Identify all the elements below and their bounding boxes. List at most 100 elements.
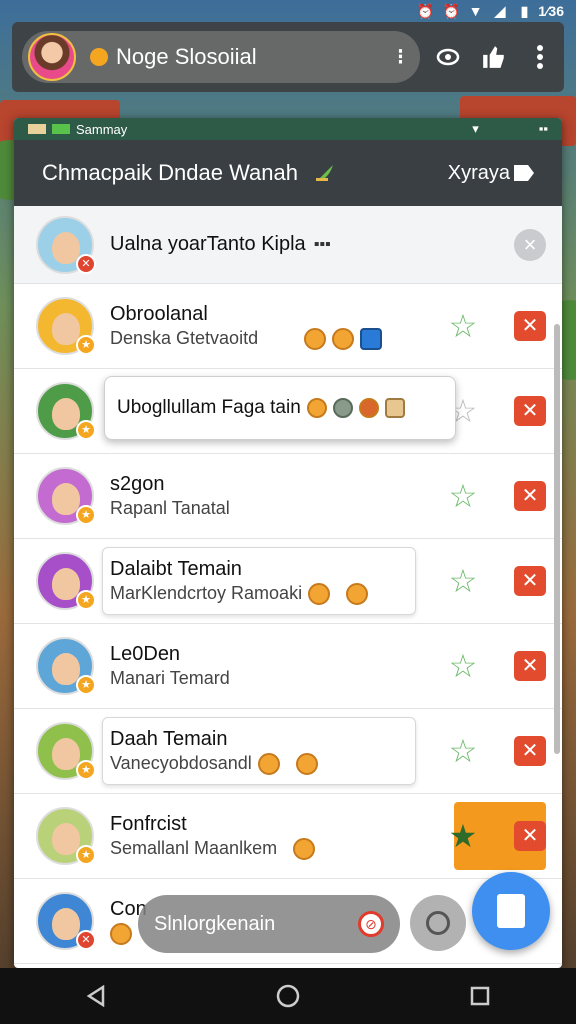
friend-list: ✕ Ualna yoarTanto Kipla ▪▪▪ × ★ Obroolan… <box>14 206 562 964</box>
stop-icon[interactable]: ⊘ <box>358 911 384 937</box>
star-badge-icon: ★ <box>76 760 96 780</box>
star-badge-icon: ★ <box>76 675 96 695</box>
header-action[interactable]: Xyraya <box>448 162 534 185</box>
emoji-icon <box>332 398 353 418</box>
flag-icon-green <box>52 124 70 134</box>
row-sub: Manari Temard <box>110 668 230 688</box>
emoji-icon <box>110 922 132 945</box>
emoji-icon <box>384 398 405 418</box>
badge-icon: ✕ <box>76 930 96 950</box>
remove-button[interactable]: ✕ <box>514 651 546 681</box>
wifi-icon: ▼ <box>468 3 483 19</box>
avatar: ★ <box>36 382 96 440</box>
search-pill-label: Slnlorgkenain <box>154 912 276 935</box>
fab-button[interactable] <box>472 872 550 950</box>
remove-button[interactable]: ✕ <box>514 566 546 596</box>
first-row-suffix: ▪▪▪ <box>313 235 331 253</box>
alarm-icon: ⏰ <box>416 3 435 19</box>
nav-bar <box>0 968 576 1024</box>
avatar: ✕ <box>36 892 96 950</box>
alarm-icon-2: ⏰ <box>442 3 461 19</box>
document-icon <box>497 894 525 928</box>
star-icon[interactable]: ★ <box>446 819 480 853</box>
signal-icon: ◢ <box>494 3 506 19</box>
emoji-icon <box>295 752 318 775</box>
app-logo-icon <box>90 48 108 66</box>
list-item[interactable]: ★ Fonfrcist Semallanl Maanlkem ★ ✕ <box>14 794 562 879</box>
remove-button[interactable]: ✕ <box>514 821 546 851</box>
search-pill[interactable]: Slnlorgkenain ⊘ <box>138 895 400 953</box>
strip-dropdown-icon[interactable]: ▾ <box>472 121 479 137</box>
avatar: ✕ <box>36 215 96 274</box>
star-icon[interactable]: ☆ <box>446 564 480 598</box>
profile-avatar[interactable] <box>28 33 76 81</box>
app-bar: Noge Slosoiial ⁝ <box>12 22 564 92</box>
emoji-icon <box>358 398 379 418</box>
strip-label: Sammay <box>76 121 128 137</box>
list-item-header[interactable]: ✕ Ualna yoarTanto Kipla ▪▪▪ × <box>14 206 562 284</box>
avatar: ★ <box>36 297 96 355</box>
app-title-pill[interactable]: Noge Slosoiial ⁝ <box>22 31 420 83</box>
star-icon[interactable]: ☆ <box>446 309 480 343</box>
row-sub: Rapanl Tanatal <box>110 498 230 518</box>
strip-more-icon[interactable]: ▪▪ <box>539 121 548 137</box>
avatar: ★ <box>36 722 96 780</box>
friends-panel: Sammay ▾ ▪▪ Chmacpaik Dndae Wanah Xyraya… <box>14 118 562 968</box>
emoji-icon <box>306 398 327 418</box>
remove-button[interactable]: ✕ <box>514 736 546 766</box>
recents-icon[interactable] <box>460 976 500 1016</box>
row-sub: Semallanl Maanlkem <box>110 838 278 858</box>
thumbs-up-icon[interactable] <box>480 43 508 71</box>
remove-button[interactable]: ✕ <box>514 311 546 341</box>
emoji-icon <box>346 582 369 605</box>
star-badge-icon: ★ <box>76 335 96 355</box>
leaf-icon <box>314 162 336 184</box>
star-badge-icon: ★ <box>76 505 96 525</box>
row-name: Daah Temain <box>110 727 228 750</box>
home-icon[interactable] <box>268 976 308 1016</box>
emoji-icon <box>360 327 383 350</box>
star-badge-icon: ★ <box>76 845 96 865</box>
panel-header: Chmacpaik Dndae Wanah Xyraya <box>14 140 562 206</box>
row-sub: Vanecyobdosandl <box>110 753 252 773</box>
row-name: s2gon <box>110 473 165 495</box>
scrollbar[interactable] <box>554 324 560 754</box>
avatar: ★ <box>36 552 96 610</box>
back-icon[interactable] <box>76 976 116 1016</box>
star-icon[interactable]: ☆ <box>446 734 480 768</box>
flag-icon <box>28 124 46 134</box>
row-sub: MarKlendcrtoy Ramoaki <box>110 583 303 603</box>
pill-menu-icon[interactable]: ⁝ <box>397 44 404 70</box>
star-icon[interactable]: ☆ <box>446 479 480 513</box>
eye-icon[interactable] <box>434 43 462 71</box>
record-button[interactable] <box>410 895 466 951</box>
panel-title: Chmacpaik Dndae Wanah <box>42 160 298 185</box>
emoji-icon <box>293 837 316 860</box>
row-name: Dalaibt Temain <box>110 557 242 580</box>
status-bar: ⏰ ⏰ ▼ ◢ ▮ 1⁄36 <box>0 0 576 22</box>
row-name: Obroolanal <box>110 302 208 325</box>
status-time: 1⁄36 <box>538 3 564 19</box>
emoji-icon <box>332 327 355 350</box>
tooltip-text: Ubogllullam Faga tain <box>117 397 301 418</box>
close-icon[interactable]: × <box>514 228 546 261</box>
list-item[interactable]: ★ s2gon Rapanl Tanatal ☆ ✕ <box>14 454 562 539</box>
battery-icon: ▮ <box>520 2 529 19</box>
ring-icon <box>426 911 450 935</box>
app-title: Noge Slosoiial <box>116 44 257 69</box>
list-item[interactable]: ★ Le0Den Manari Temard ☆ ✕ <box>14 624 562 709</box>
panel-strip: Sammay ▾ ▪▪ <box>14 118 562 140</box>
avatar: ★ <box>36 807 96 865</box>
list-item[interactable]: ★ Dalaibt Temain MarKlendcrtoy Ramoaki ☆… <box>14 539 562 624</box>
remove-button[interactable]: ✕ <box>514 396 546 426</box>
avatar: ★ <box>36 637 96 695</box>
star-icon[interactable]: ☆ <box>446 649 480 683</box>
more-vert-icon[interactable] <box>526 43 554 71</box>
row-sub: Denska Gtetvaoitd <box>110 328 259 348</box>
remove-button[interactable]: ✕ <box>514 481 546 511</box>
list-item[interactable]: ★ Daah Temain Vanecyobdosandl ☆ ✕ <box>14 709 562 794</box>
first-row-title: Ualna yoarTanto Kipla <box>110 233 306 255</box>
tooltip: Ubogllullam Faga tain <box>104 376 456 440</box>
badge-icon: ✕ <box>76 253 96 274</box>
list-item[interactable]: ★ Obroolanal Denska Gtetvaoitd ☆ ✕ <box>14 284 562 369</box>
